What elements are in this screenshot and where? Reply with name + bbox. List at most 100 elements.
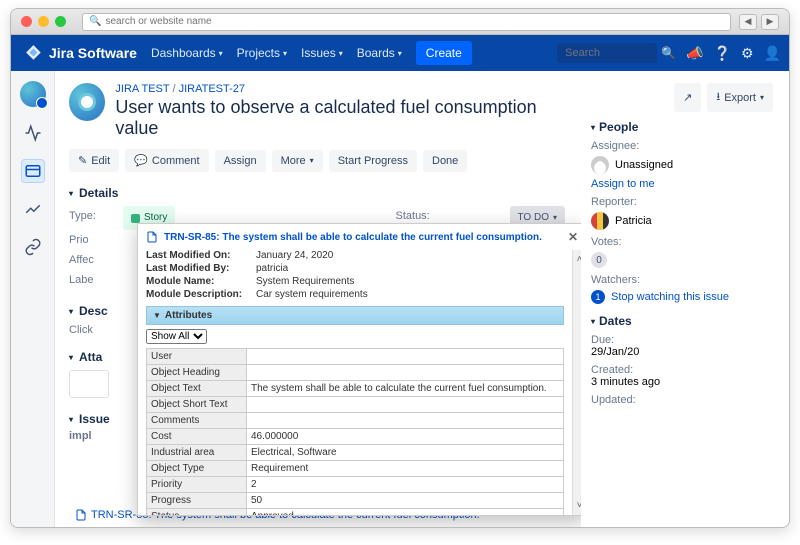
left-rail — [11, 71, 55, 527]
url-bar[interactable]: 🔍 — [82, 13, 731, 31]
meta-lastmod-by-label: Last Modified By: — [146, 263, 256, 274]
search-icon: 🔍 — [89, 16, 101, 27]
assignee-label: Assignee: — [591, 140, 773, 152]
table-row: Priority2 — [147, 477, 564, 493]
window-close[interactable] — [21, 16, 32, 27]
comment-button[interactable]: 💬Comment — [125, 149, 208, 172]
attr-name: Comments — [147, 413, 247, 429]
document-icon — [75, 509, 87, 521]
popup-scrollbar[interactable]: ˄ ˅ — [572, 250, 581, 515]
issue-project-avatar — [69, 83, 105, 121]
attr-name: Object Short Text — [147, 397, 247, 413]
table-row: User — [147, 349, 564, 365]
due-label: Due: — [591, 334, 773, 346]
dates-header[interactable]: ▾Dates — [591, 314, 773, 328]
people-header[interactable]: ▾People — [591, 120, 773, 134]
watchers-label: Watchers: — [591, 274, 773, 286]
export-button[interactable]: ⭳Export▾ — [707, 83, 773, 112]
menu-issues[interactable]: Issues▾ — [301, 46, 343, 60]
nav-back-button[interactable]: ◀ — [739, 14, 757, 30]
share-button[interactable]: ↗ — [674, 83, 701, 112]
edit-button[interactable]: ✎Edit — [69, 149, 119, 172]
attr-value: 50 — [247, 493, 564, 509]
breadcrumb-project[interactable]: JIRA TEST — [115, 83, 169, 95]
window-zoom[interactable] — [55, 16, 66, 27]
assignee-value: Unassigned — [615, 159, 673, 171]
votes-label: Votes: — [591, 236, 773, 248]
attr-name: Industrial area — [147, 445, 247, 461]
document-icon — [146, 231, 158, 243]
table-row: Object TextThe system shall be able to c… — [147, 381, 564, 397]
due-value: 29/Jan/20 — [591, 346, 773, 358]
assign-button[interactable]: Assign — [215, 150, 266, 172]
comment-icon: 💬 — [134, 154, 148, 167]
attr-value: Electrical, Software — [247, 445, 564, 461]
attributes-filter-select[interactable]: Show All — [146, 329, 207, 344]
attr-name: Object Type — [147, 461, 247, 477]
attr-name: User — [147, 349, 247, 365]
rail-activity-icon[interactable] — [21, 121, 45, 145]
settings-icon[interactable]: ⚙ — [741, 45, 754, 62]
attr-value: 46.000000 — [247, 429, 564, 445]
votes-count: 0 — [591, 252, 607, 268]
menu-projects[interactable]: Projects▾ — [237, 46, 287, 60]
attr-value: Approved — [247, 509, 564, 516]
notifications-icon[interactable]: 📣 — [686, 45, 703, 62]
table-row: Progress50 — [147, 493, 564, 509]
meta-lastmod-by-value: patricia — [256, 263, 564, 274]
meta-module-name-label: Module Name: — [146, 276, 256, 287]
rail-reports-icon[interactable] — [21, 197, 45, 221]
attributes-table: UserObject HeadingObject TextThe system … — [146, 348, 564, 515]
global-search-input[interactable] — [557, 43, 657, 63]
attr-value: Requirement — [247, 461, 564, 477]
nav-forward-button[interactable]: ▶ — [761, 14, 779, 30]
search-submit-icon[interactable]: 🔍 — [661, 46, 676, 60]
done-button[interactable]: Done — [423, 150, 467, 172]
menu-dashboards[interactable]: Dashboards▾ — [151, 46, 223, 60]
project-avatar[interactable] — [20, 81, 46, 107]
reporter-label: Reporter: — [591, 196, 773, 208]
issue-title: User wants to observe a calculated fuel … — [115, 97, 565, 139]
attr-value: The system shall be able to calculate th… — [247, 381, 564, 397]
browser-titlebar: 🔍 ◀ ▶ — [11, 9, 789, 35]
attachments-dropzone[interactable] — [69, 370, 109, 398]
help-icon[interactable]: ❔ — [714, 45, 731, 62]
rail-board-icon[interactable] — [21, 159, 45, 183]
meta-module-desc-value: Car system requirements — [256, 289, 564, 300]
section-details-header[interactable]: ▾Details — [69, 186, 565, 200]
url-input[interactable] — [105, 16, 724, 27]
pencil-icon: ✎ — [78, 154, 87, 167]
attr-name: Object Heading — [147, 365, 247, 381]
attributes-header[interactable]: ▼Attributes — [146, 306, 564, 325]
meta-lastmod-on-value: January 24, 2020 — [256, 250, 564, 261]
created-label: Created: — [591, 364, 773, 376]
created-value: 3 minutes ago — [591, 376, 773, 388]
more-button[interactable]: More▾ — [272, 150, 323, 172]
export-icon: ⭳ — [716, 88, 720, 107]
type-label: Type: — [69, 206, 113, 230]
attr-value — [247, 397, 564, 413]
share-icon: ↗ — [683, 91, 692, 104]
menu-boards[interactable]: Boards▾ — [357, 46, 402, 60]
window-minimize[interactable] — [38, 16, 49, 27]
labels-label: Labe — [69, 270, 113, 290]
rail-link-icon[interactable] — [21, 235, 45, 259]
table-row: Industrial areaElectrical, Software — [147, 445, 564, 461]
start-progress-button[interactable]: Start Progress — [329, 150, 417, 172]
meta-module-desc-label: Module Description: — [146, 289, 256, 300]
popup-close-button[interactable]: ✕ — [568, 230, 578, 244]
create-button[interactable]: Create — [416, 41, 472, 65]
priority-label: Prio — [69, 230, 113, 250]
scroll-up-icon[interactable]: ˄ — [577, 254, 581, 265]
profile-icon[interactable]: 👤 — [764, 45, 781, 62]
meta-module-name-value: System Requirements — [256, 276, 564, 287]
scroll-down-icon[interactable]: ˅ — [577, 500, 581, 511]
stop-watching-link[interactable]: Stop watching this issue — [611, 291, 729, 303]
attr-value — [247, 349, 564, 365]
jira-logo[interactable]: Jira Software — [25, 44, 137, 62]
table-row: Object Short Text — [147, 397, 564, 413]
assign-to-me-link[interactable]: Assign to me — [591, 178, 773, 190]
breadcrumb-issue[interactable]: JIRATEST-27 — [179, 83, 245, 95]
attr-value: 2 — [247, 477, 564, 493]
attr-name: Progress — [147, 493, 247, 509]
